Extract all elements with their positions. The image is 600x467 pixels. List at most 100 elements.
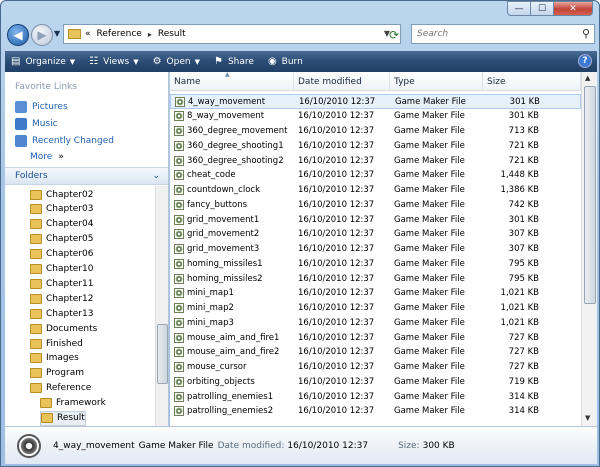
file-date-cell: 16/10/2010 12:37	[298, 229, 375, 240]
search-input[interactable]: Search ⚲	[411, 24, 595, 44]
details-date-label: Date modified:	[217, 440, 285, 451]
column-header-date[interactable]: Date modified	[294, 72, 390, 91]
file-date-cell: 16/10/2010 12:37	[298, 362, 375, 372]
folder-tree-item[interactable]: Chapter05	[30, 232, 93, 247]
folder-tree-item[interactable]: Chapter06	[30, 247, 93, 262]
minimize-button[interactable]: —	[507, 1, 531, 16]
open-button[interactable]: ⚙ Open ▼	[153, 56, 200, 67]
table-row[interactable]: grid_movement1 16/10/2010 12:37 Game Maker…	[170, 212, 581, 227]
folder-tree-item[interactable]: Finished	[30, 336, 83, 351]
folder-icon	[30, 323, 42, 334]
table-row[interactable]: grid_movement3 16/10/2010 12:37 Game Maker…	[170, 242, 581, 257]
forward-button[interactable]: ▶	[31, 24, 53, 46]
column-header-name[interactable]: ▲ Name	[170, 72, 294, 91]
breadcrumb-reference[interactable]: Reference	[97, 29, 142, 39]
table-row[interactable]: mini_map3 16/10/2010 12:37 Game Maker File…	[170, 315, 581, 330]
folder-tree-item[interactable]: Chapter04	[30, 217, 93, 232]
search-placeholder: Search	[417, 29, 449, 39]
game-maker-file-icon	[17, 433, 41, 458]
file-date-cell: 16/10/2010 12:37	[298, 214, 375, 225]
folders-header[interactable]: Folders ⌄	[5, 167, 168, 185]
table-row[interactable]: homing_missiles1 16/10/2010 12:37 Game Mak…	[170, 256, 581, 271]
favorite-link-more[interactable]: More»	[30, 152, 64, 162]
address-prefix[interactable]: «	[85, 29, 91, 39]
table-row[interactable]: grid_movement2 16/10/2010 12:37 Game Maker…	[170, 227, 581, 242]
table-row[interactable]: 360_degree_shooting1 16/10/2010 12:37 Game…	[170, 138, 581, 153]
scroll-up-icon[interactable]: ▲	[585, 74, 590, 82]
table-row[interactable]: 360_degree_shooting2 16/10/2010 12:37 Game…	[170, 153, 581, 168]
refresh-icon[interactable]: ⟳	[389, 28, 399, 42]
scroll-down-icon[interactable]: ▼	[585, 414, 590, 422]
file-name: 4_way_movement	[188, 96, 266, 107]
folder-tree-item[interactable]: Result	[40, 410, 86, 426]
table-row[interactable]: cheat_code 16/10/2010 12:37 Game Maker Fil…	[170, 168, 581, 183]
column-header-type[interactable]: Type	[390, 72, 483, 91]
file-date-cell: 16/10/2010 12:37	[298, 347, 375, 358]
chevron-down-icon: ⌄	[152, 171, 160, 181]
table-row[interactable]: patrolling_enemies2 16/10/2010 12:37 Game …	[170, 404, 581, 419]
column-header-size[interactable]: Size	[483, 72, 581, 91]
folder-tree-item[interactable]: Program	[30, 366, 84, 381]
game-maker-file-icon	[174, 229, 184, 240]
close-button[interactable]: ✕	[553, 1, 593, 16]
navigation-pane: Favorite Links Pictures Music Recently C…	[5, 72, 169, 426]
file-size-cell: 314 KB	[508, 391, 539, 402]
address-bar[interactable]: « Reference ▸ Result ▼	[63, 24, 401, 44]
search-icon[interactable]: ⚲	[582, 27, 590, 40]
folder-tree-item[interactable]: Chapter13	[30, 306, 93, 321]
folder-tree-item[interactable]: Chapter10	[30, 262, 93, 277]
table-row[interactable]: 360_degree_movement 16/10/2010 12:37 Game …	[170, 124, 581, 139]
folder-tree-item[interactable]: Reference	[30, 381, 91, 396]
favorite-links-title: Favorite Links	[15, 82, 77, 92]
file-name: mini_map3	[187, 317, 234, 328]
favorite-link-music[interactable]: Music	[15, 118, 58, 130]
folder-tree-item[interactable]: Chapter02	[30, 187, 93, 202]
views-button[interactable]: ☷ Views ▼	[89, 56, 138, 67]
table-row[interactable]: patrolling_enemies1 16/10/2010 12:37 Game …	[170, 389, 581, 404]
chevron-right-icon[interactable]: ▸	[148, 30, 152, 39]
table-row[interactable]: fancy_buttons 16/10/2010 12:37 Game Maker …	[170, 197, 581, 212]
favorite-link-recently-changed[interactable]: Recently Changed	[15, 135, 114, 147]
game-maker-file-icon	[174, 303, 184, 313]
table-row[interactable]: 8_way_movement 16/10/2010 12:37 Game Maker…	[170, 109, 581, 124]
folder-tree-item[interactable]: Chapter03	[30, 202, 93, 217]
folder-tree-item[interactable]: Documents	[30, 321, 97, 336]
table-row[interactable]: homing_missiles2 16/10/2010 12:37 Game Mak…	[170, 271, 581, 286]
table-row[interactable]: mouse_aim_and_fire1 16/10/2010 12:37 Game …	[170, 330, 581, 345]
share-button[interactable]: ⚑ Share	[214, 56, 254, 67]
back-button[interactable]: ◀	[7, 24, 29, 46]
table-row[interactable]: mouse_cursor 16/10/2010 12:37 Game Maker F…	[170, 360, 581, 375]
table-row[interactable]: mouse_aim_and_fire2 16/10/2010 12:37 Game …	[170, 345, 581, 360]
table-row[interactable]: mini_map2 16/10/2010 12:37 Game Maker File…	[170, 301, 581, 316]
folder-icon	[30, 189, 42, 200]
game-maker-file-icon	[174, 288, 184, 299]
table-row[interactable]: mini_map1 16/10/2010 12:37 Game Maker File…	[170, 286, 581, 301]
file-size-cell: 1,386 KB	[500, 185, 539, 195]
folder-tree-item[interactable]: Images	[30, 351, 79, 366]
help-button[interactable]: ?	[578, 54, 592, 68]
favorite-link-pictures[interactable]: Pictures	[15, 101, 68, 113]
table-row[interactable]: orbiting_objects 16/10/2010 12:37 Game Mak…	[170, 374, 581, 389]
file-type-cell: Game Maker File	[394, 199, 465, 210]
folder-tree-scrollbar[interactable]	[155, 186, 168, 426]
folder-tree-item[interactable]: Chapter11	[30, 276, 93, 291]
recent-pages-dropdown-icon[interactable]: ▼	[54, 29, 60, 38]
file-name-cell: 360_degree_shooting1	[170, 140, 294, 151]
folder-label: Images	[46, 353, 79, 364]
folder-tree-item[interactable]: Chapter12	[30, 291, 93, 306]
organize-button[interactable]: ▤ Organize ▼	[11, 56, 75, 67]
details-size-value: 300 KB	[422, 440, 455, 451]
scrollbar-thumb[interactable]	[584, 86, 596, 304]
game-maker-file-icon	[174, 273, 184, 284]
file-size-cell: 1,021 KB	[500, 303, 539, 313]
table-row[interactable]: 4_way_movement 16/10/2010 12:37 Game Maker…	[170, 94, 581, 109]
folder-tree-item[interactable]: Framework	[40, 396, 106, 411]
column-headers: ▲ Name Date modified Type Size	[170, 72, 581, 91]
file-list-scrollbar[interactable]: ▲ ▼	[581, 72, 597, 426]
file-size-cell: 795 KB	[508, 273, 539, 284]
table-row[interactable]: countdown_clock 16/10/2010 12:37 Game Make…	[170, 183, 581, 198]
burn-button[interactable]: ◉ Burn	[268, 56, 303, 67]
maximize-button[interactable]: ☐	[530, 1, 554, 16]
breadcrumb-result[interactable]: Result	[158, 29, 186, 39]
scrollbar-thumb[interactable]	[157, 324, 168, 384]
